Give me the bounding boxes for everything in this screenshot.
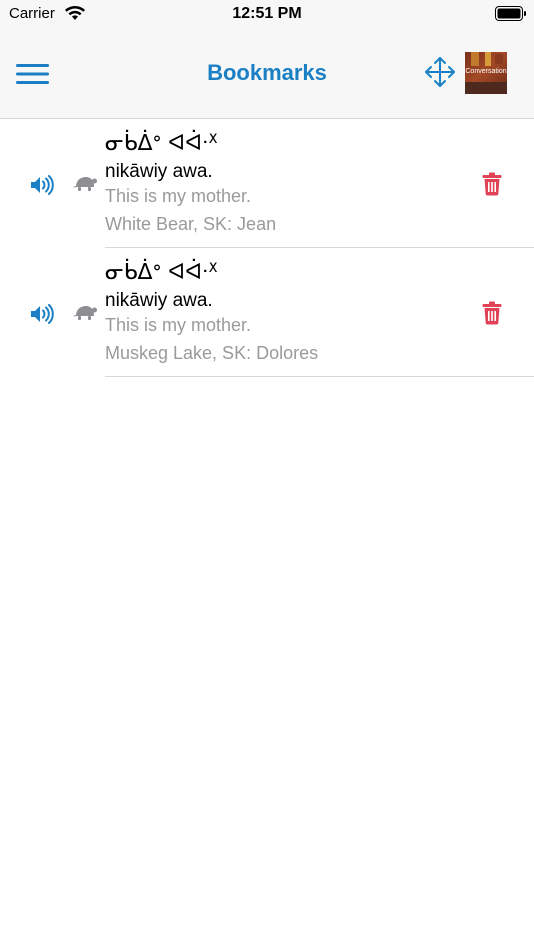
cover-art-band [465,82,507,94]
row-divider [105,376,534,377]
trash-icon[interactable] [482,301,502,325]
speaker-location: White Bear, SK: Jean [105,214,277,234]
cover-art-stripe [471,52,479,66]
bookmarks-list: ᓂᑳᐄᐤ ᐊᐋᐧᕽ nikāwiy awa. This is my mother… [0,119,534,377]
turtle-slow-play-icon[interactable] [73,172,97,194]
roman-text: nikāwiy awa. [105,161,213,182]
move-arrows-icon[interactable] [424,56,456,88]
cover-art-stripe [495,54,503,64]
roman-text: nikāwiy awa. [105,290,213,311]
clock: 12:51 PM [232,5,302,22]
navigation-bar: Bookmarks Conversation [0,28,534,119]
speaker-icon[interactable] [30,304,54,324]
book-cover-title: Conversation [465,68,507,75]
bookmark-row[interactable]: ᓂᑳᐄᐤ ᐊᐋᐧᕽ nikāwiy awa. This is my mother… [0,248,534,377]
status-bar: Carrier 12:51 PM [0,0,534,28]
cover-art-stripe [485,52,491,66]
english-translation: This is my mother. [105,186,252,206]
bookmark-row[interactable]: ᓂᑳᐄᐤ ᐊᐋᐧᕽ nikāwiy awa. This is my mother… [0,119,534,248]
syllabics-text: ᓂᑳᐄᐤ ᐊᐋᐧᕽ [105,131,219,156]
english-translation: This is my mother. [105,315,252,335]
battery-icon [495,6,526,21]
syllabics-text: ᓂᑳᐄᐤ ᐊᐋᐧᕽ [105,260,219,285]
book-cover-thumbnail[interactable]: Conversation [465,52,507,94]
speaker-icon[interactable] [30,175,54,195]
turtle-slow-play-icon[interactable] [73,301,97,323]
trash-icon[interactable] [482,172,502,196]
speaker-location: Muskeg Lake, SK: Dolores [105,343,319,363]
